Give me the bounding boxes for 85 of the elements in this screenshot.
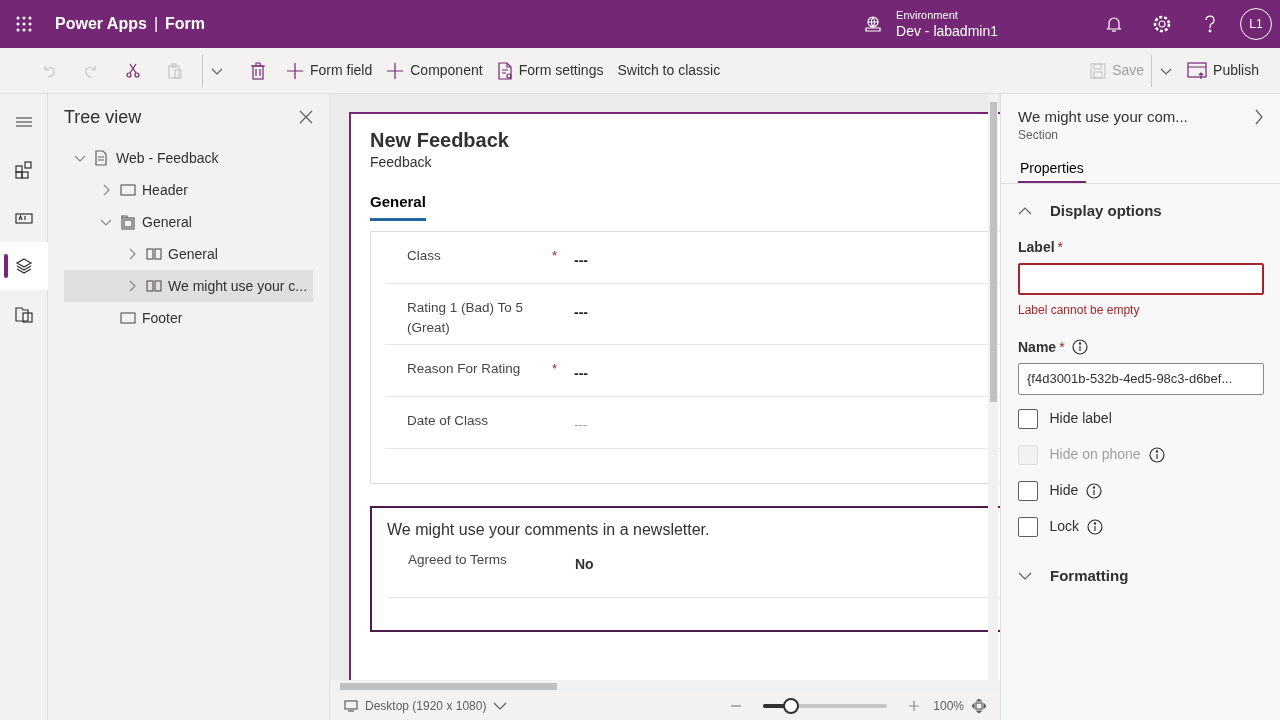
document-icon <box>94 150 110 166</box>
slider-thumb[interactable] <box>782 698 799 714</box>
tree-item[interactable]: Footer <box>64 302 313 334</box>
checkbox-label: Hide on phone <box>1049 445 1141 464</box>
field-label: Agreed to Terms <box>408 550 508 569</box>
chevron-up-icon <box>1018 206 1032 217</box>
columns-icon <box>146 278 162 294</box>
tree-item[interactable]: General <box>64 238 313 270</box>
field-value[interactable]: --- <box>574 297 588 323</box>
toolbar-button[interactable]: Form field <box>279 56 380 85</box>
product-name[interactable]: Power Apps <box>55 12 147 36</box>
name-input[interactable]: {f4d3001b-532b-4ed5-98c3-d6bef... <box>1018 362 1264 395</box>
fit-to-screen-icon[interactable] <box>972 699 986 713</box>
checkbox-label: Hide <box>1049 481 1079 500</box>
required-marker: * <box>552 360 558 376</box>
checkbox[interactable] <box>1018 516 1038 537</box>
rectangle-icon <box>120 310 136 326</box>
field-label: Date of Class <box>407 411 490 430</box>
group-header[interactable]: Formatting <box>1018 564 1129 587</box>
monitor-icon <box>344 700 358 712</box>
properties-tab[interactable]: Properties <box>1018 158 1086 183</box>
tab-icon <box>120 214 136 230</box>
form-title: New Feedback <box>370 128 510 152</box>
field-label: Rating 1 (Bad) To 5 (Great) <box>407 298 525 337</box>
field-value[interactable]: --- <box>574 245 588 271</box>
tree-item[interactable]: Header <box>64 174 313 206</box>
field-label: Name <box>1018 337 1057 357</box>
element-type: Section <box>1018 127 1060 144</box>
tree-item[interactable]: General <box>64 206 313 238</box>
toolbar-button[interactable]: Form settings <box>489 56 611 85</box>
toolbar-button[interactable]: Component <box>379 56 490 85</box>
checkbox-label: Hide label <box>1049 409 1112 428</box>
label-input[interactable] <box>1018 262 1264 295</box>
environment-picker[interactable]: Environment Dev - labadmin1 <box>858 7 1004 41</box>
help-icon[interactable] <box>1204 15 1216 33</box>
layers-icon[interactable] <box>15 256 33 275</box>
publish-icon <box>1187 61 1208 80</box>
environment-name: Dev - labadmin1 <box>896 21 998 40</box>
tree-item[interactable]: We might use your c... <box>64 270 313 302</box>
title-separator: | <box>153 14 159 34</box>
field-value[interactable]: No <box>575 549 594 575</box>
field-label: Label <box>1018 237 1055 257</box>
device-picker[interactable]: Desktop (1920 x 1080) <box>344 697 508 715</box>
field-value[interactable]: --- <box>574 358 588 384</box>
required-marker: * <box>1059 337 1065 357</box>
section-name: We might use your com... <box>1018 108 1188 126</box>
environment-label: Environment <box>896 8 959 22</box>
checkbox[interactable] <box>1018 480 1038 501</box>
toolbar-button[interactable]: Publish <box>1180 56 1266 85</box>
columns-icon <box>146 246 162 262</box>
save-icon <box>1090 62 1107 79</box>
group-header[interactable]: Display options <box>1018 200 1162 223</box>
info-icon[interactable] <box>1087 518 1104 535</box>
field-label: Reason For Rating <box>407 359 522 378</box>
plus-icon <box>386 61 405 80</box>
info-icon[interactable] <box>1086 482 1103 499</box>
section-title: We might use your comments in a newsletter. <box>387 519 711 540</box>
rectangle-icon <box>120 182 136 198</box>
form-subtitle: Feedback <box>370 153 433 172</box>
tables-icon[interactable] <box>15 304 33 323</box>
zoom-percentage: 100% <box>933 698 964 715</box>
form-tab[interactable]: General <box>370 191 426 221</box>
error-message: Label cannot be empty <box>1018 301 1141 319</box>
chevron-down-icon <box>1018 570 1032 581</box>
tree-item[interactable]: Web - Feedback <box>64 142 313 174</box>
checkbox-label: Lock <box>1049 517 1080 536</box>
horizontal-scrollbar[interactable] <box>330 680 1000 692</box>
required-marker: * <box>1057 237 1064 257</box>
info-icon[interactable] <box>1071 339 1088 355</box>
required-marker: * <box>552 247 558 263</box>
page-title: Form <box>165 14 206 34</box>
field-label: Class <box>407 246 442 265</box>
notification-icon[interactable] <box>1106 15 1122 33</box>
close-icon[interactable] <box>299 110 313 124</box>
checkbox[interactable] <box>1018 408 1038 429</box>
components-icon[interactable] <box>15 160 33 179</box>
chevron-down-icon <box>493 701 508 711</box>
chevron-right-icon[interactable] <box>1254 109 1264 125</box>
settings-icon[interactable] <box>1153 15 1171 33</box>
plus-icon <box>286 61 304 80</box>
globe-icon <box>864 15 883 33</box>
vertical-scrollbar[interactable] <box>988 94 998 680</box>
document-gear-icon <box>496 61 513 80</box>
switch-link[interactable]: Switch to classic <box>610 56 728 85</box>
panel-title: Tree view <box>64 105 142 129</box>
